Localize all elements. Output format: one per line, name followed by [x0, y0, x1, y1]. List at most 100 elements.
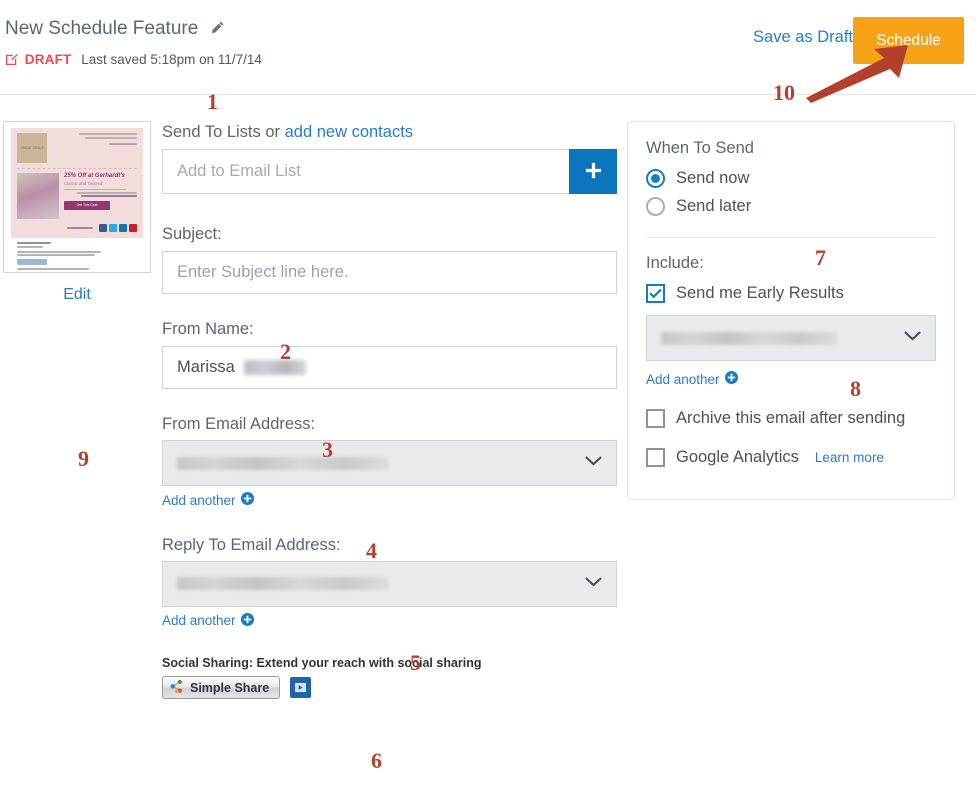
- save-as-draft-link[interactable]: Save as Draft: [753, 28, 853, 47]
- radio-send-now[interactable]: Send now: [646, 169, 936, 188]
- edit-email-link[interactable]: Edit: [3, 286, 151, 304]
- from-email-select[interactable]: [162, 440, 617, 486]
- preview-footer: [11, 238, 143, 272]
- page-title: New Schedule Feature: [5, 18, 225, 41]
- radio-send-later[interactable]: Send later: [646, 197, 936, 216]
- status-badge: DRAFT: [24, 52, 72, 67]
- checkbox-early-results[interactable]: Send me Early Results: [646, 284, 936, 303]
- from-email-label: From Email Address:: [162, 415, 316, 433]
- learn-more-link[interactable]: Learn more: [815, 450, 884, 465]
- schedule-button[interactable]: Schedule: [853, 17, 964, 64]
- send-to-lists-text: Send To Lists or: [162, 123, 285, 141]
- circle-plus-icon: [240, 492, 254, 508]
- archive-email-label: Archive this email after sending: [676, 408, 906, 427]
- email-preview-thumbnail[interactable]: GREAT DEALS 25% Off at Gerhardt's Classi…: [3, 121, 151, 273]
- add-another-recipient-link[interactable]: Add another: [646, 371, 738, 387]
- add-another-label: Add another: [162, 613, 236, 628]
- social-sharing-label: Social Sharing: Extend your reach with s…: [162, 656, 482, 670]
- preview-header-text: [52, 133, 137, 163]
- draft-status: DRAFT Last saved 5:18pm on 11/7/14: [5, 52, 262, 69]
- chevron-down-icon: [585, 454, 602, 472]
- early-results-label: Send me Early Results: [676, 284, 844, 302]
- checkbox-archive-email[interactable]: Archive this email after sending: [646, 408, 936, 428]
- pinterest-icon: [129, 224, 137, 232]
- preview-article-body: 25% Off at Gerhardt's Classic and Tailor…: [64, 173, 137, 219]
- circle-plus-icon: [240, 612, 254, 629]
- preview-cta-button: Get This Deal: [64, 200, 110, 210]
- panel-divider: [646, 237, 936, 238]
- preview-article-row: 25% Off at Gerhardt's Classic and Tailor…: [17, 173, 137, 219]
- page-header: New Schedule Feature DRAFT Last saved 5:…: [0, 0, 976, 104]
- preview-subheadline: Classic and Tailored: [64, 180, 103, 186]
- add-another-label: Add another: [162, 492, 236, 508]
- from-name-input[interactable]: Marissa: [162, 346, 617, 389]
- radio-unselected-icon: [646, 197, 665, 216]
- page-body: GREAT DEALS 25% Off at Gerhardt's Classi…: [0, 91, 976, 799]
- annotation-9: 9: [78, 446, 89, 471]
- subject-field-block: Subject:: [162, 225, 617, 294]
- play-video-icon[interactable]: [290, 677, 312, 698]
- facebook-icon: [99, 224, 107, 232]
- simple-share-button[interactable]: Simple Share: [162, 676, 281, 699]
- when-to-send-title: When To Send: [646, 139, 754, 157]
- social-sharing-row: Simple Share: [162, 676, 617, 699]
- subject-input[interactable]: [162, 251, 617, 294]
- email-settings-form: Send To Lists or add new contacts Subjec…: [162, 123, 617, 699]
- send-later-label: Send later: [676, 197, 752, 215]
- send-to-lists-label: Send To Lists or add new contacts: [162, 123, 617, 142]
- plus-icon: [584, 161, 603, 183]
- email-preview-column: GREAT DEALS 25% Off at Gerhardt's Classi…: [3, 121, 151, 304]
- preview-social-row: [17, 224, 137, 232]
- email-preview-content: GREAT DEALS 25% Off at Gerhardt's Classi…: [11, 128, 143, 272]
- when-to-send-panel: When To Send Send now Send later Include…: [627, 121, 955, 500]
- radio-selected-icon: [646, 169, 665, 188]
- include-title: Include:: [646, 254, 704, 272]
- reply-to-field-block: Reply To Email Address: Add another: [162, 536, 617, 631]
- chevron-down-icon: [904, 329, 921, 347]
- checkbox-unchecked-icon: [646, 447, 665, 467]
- subject-label: Subject:: [162, 225, 222, 243]
- preview-divider: [17, 168, 137, 169]
- linkedin-icon: [119, 224, 127, 232]
- simple-share-label: Simple Share: [190, 680, 270, 695]
- preview-header-band: GREAT DEALS 25% Off at Gerhardt's Classi…: [11, 128, 143, 238]
- add-new-contacts-link[interactable]: add new contacts: [285, 123, 413, 141]
- annotation-1: 1: [207, 89, 218, 114]
- from-name-value: Marissa: [177, 358, 235, 376]
- add-another-from-email-link[interactable]: Add another: [162, 492, 254, 508]
- last-saved-text: Last saved 5:18pm on 11/7/14: [81, 52, 262, 67]
- early-results-recipient-select[interactable]: [646, 315, 936, 361]
- from-email-value-redacted: [177, 456, 389, 470]
- from-name-label: From Name:: [162, 320, 254, 338]
- checkbox-checked-icon: [646, 284, 665, 303]
- google-analytics-label: Google Analytics: [676, 447, 799, 466]
- chevron-down-icon: [585, 575, 602, 593]
- email-list-input[interactable]: [162, 149, 569, 194]
- from-name-field-block: From Name: Marissa: [162, 320, 617, 389]
- from-email-field-block: From Email Address: Add another: [162, 415, 617, 510]
- draft-edit-icon: [5, 53, 18, 69]
- checkbox-google-analytics[interactable]: Google Analytics Learn more: [646, 447, 936, 467]
- early-results-recipient-redacted: [661, 331, 837, 345]
- from-name-redacted: [243, 360, 306, 375]
- send-now-label: Send now: [676, 169, 750, 187]
- preview-headline: 25% Off at Gerhardt's: [64, 173, 126, 179]
- reply-to-label: Reply To Email Address:: [162, 535, 341, 554]
- reply-to-value-redacted: [177, 577, 389, 590]
- twitter-icon: [109, 224, 117, 232]
- preview-product-image: [17, 173, 59, 219]
- page-title-text: New Schedule Feature: [5, 18, 199, 39]
- add-another-label: Add another: [646, 371, 720, 387]
- reply-to-select[interactable]: [162, 560, 617, 607]
- checkbox-unchecked-icon: [646, 408, 665, 428]
- social-sharing-section: Social Sharing: Extend your reach with s…: [162, 656, 617, 699]
- pencil-icon[interactable]: [210, 19, 225, 41]
- from-name-value-row: Marissa: [177, 358, 306, 377]
- email-list-row: [162, 149, 617, 194]
- annotation-6: 6: [371, 748, 382, 773]
- add-list-button[interactable]: [569, 149, 617, 194]
- share-nodes-icon: [169, 679, 184, 697]
- add-another-reply-to-link[interactable]: Add another: [162, 612, 254, 629]
- preview-brand-tag: GREAT DEALS: [17, 133, 47, 163]
- circle-plus-icon: [724, 371, 738, 387]
